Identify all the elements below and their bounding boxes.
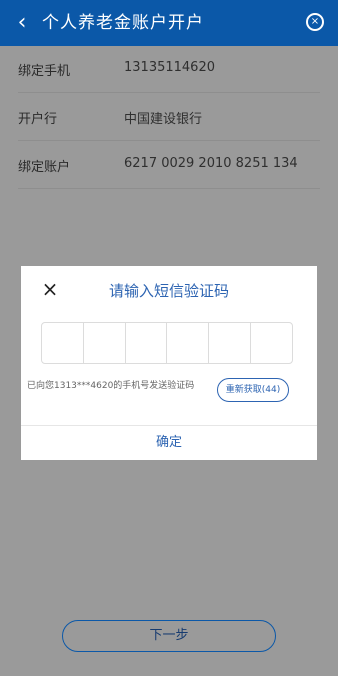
info-row-bank: 开户行 中国建设银行 <box>18 94 320 141</box>
code-digit-cell[interactable] <box>209 323 252 363</box>
verification-code-input[interactable] <box>41 322 293 364</box>
info-row-account: 绑定账户 6217 0029 2010 8251 134 <box>18 142 320 189</box>
sms-sent-hint: 已向您1313***4620的手机号发送验证码 <box>27 381 195 391</box>
row-label: 开户行 <box>18 112 58 127</box>
code-digit-cell[interactable] <box>126 323 168 363</box>
next-step-button[interactable]: 下一步 <box>62 620 276 652</box>
row-label: 绑定账户 <box>18 160 71 175</box>
app-header: ‹ 个人养老金账户开户 × <box>0 0 338 46</box>
row-value: 13135114620 <box>124 60 215 75</box>
code-digit-cell[interactable] <box>42 323 84 363</box>
code-digit-cell[interactable] <box>84 323 126 363</box>
info-row-phone: 绑定手机 13135114620 <box>18 46 320 93</box>
confirm-button[interactable]: 确定 <box>21 426 317 460</box>
row-value: 6217 0029 2010 8251 134 <box>124 156 298 171</box>
dialog-title: 请输入短信验证码 <box>108 282 229 300</box>
page-title: 个人养老金账户开户 <box>42 13 204 33</box>
code-digit-cell[interactable] <box>251 323 292 363</box>
resend-code-button[interactable]: 重新获取(44) <box>217 378 289 402</box>
row-label: 绑定手机 <box>18 64 71 79</box>
sms-verification-dialog: × 请输入短信验证码 已向您1313***4620的手机号发送验证码 重新获取(… <box>21 266 317 460</box>
code-digit-cell[interactable] <box>167 323 210 363</box>
row-value: 中国建设银行 <box>124 112 203 127</box>
close-circle-icon[interactable]: × <box>306 13 324 31</box>
back-icon[interactable]: ‹ <box>10 10 34 36</box>
